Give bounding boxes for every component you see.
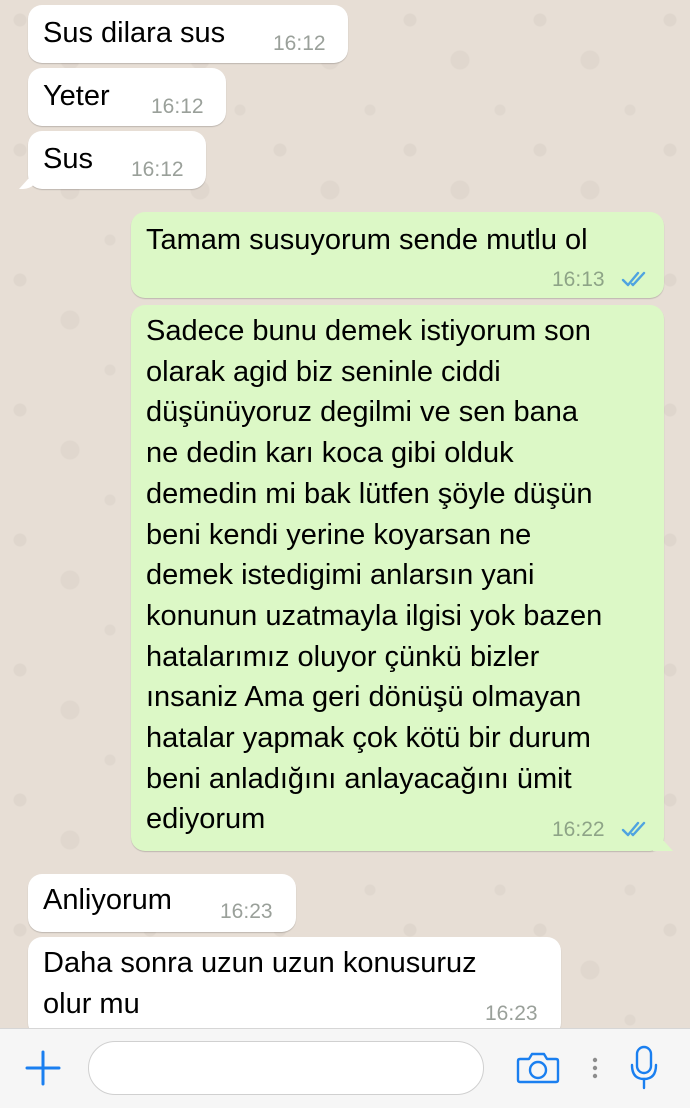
message-bubble[interactable]: Anliyorum 16:23 — [28, 874, 296, 932]
message-time: 16:13 — [552, 268, 605, 291]
message-text: Daha sonra uzun uzun konusuruz olur mu — [43, 943, 477, 1024]
message-line: hatalar yapmak çok kötü bir durum — [146, 722, 591, 755]
message-text: Sus dilara sus — [43, 17, 226, 49]
message-text: Yeter — [43, 80, 110, 112]
message-bubble[interactable]: Tamam susuyorum sende mutlu ol 16:13 — [131, 212, 664, 298]
message-line: düşünüyoruz degilmi ve sen bana — [146, 396, 579, 429]
message-time: 16:12 — [131, 158, 184, 181]
message-line: Daha sonra uzun uzun konusuruz — [43, 947, 477, 979]
message-line: beni anladığını anlayacağını ümit — [146, 762, 572, 795]
read-receipt-icon — [621, 821, 646, 837]
message-line: konunun uzatmayla ilgisi yok bazen — [146, 599, 603, 632]
message-line: ınsaniz Ama geri dönüşü olmayan — [146, 681, 582, 714]
message-text: Tamam susuyorum sende mutlu ol — [146, 224, 588, 256]
message-text: Sadece bunu demek istiyorum son olarak a… — [146, 311, 602, 840]
message-line: demedin mi bak lütfen şöyle düşün — [146, 477, 593, 510]
message-line: beni kendi yerine koyarsan ne — [146, 518, 532, 551]
microphone-icon[interactable] — [629, 1045, 659, 1091]
message-time: 16:23 — [220, 900, 273, 923]
camera-icon[interactable] — [515, 1049, 561, 1085]
message-input[interactable] — [88, 1041, 484, 1095]
message-bubble[interactable]: Daha sonra uzun uzun konusuruz olur mu 1… — [28, 937, 561, 1028]
message-line: olarak agid biz seninle ciddi — [146, 355, 501, 388]
message-bubble[interactable]: Sadece bunu demek istiyorum son olarak a… — [131, 305, 664, 851]
read-receipt-icon — [621, 271, 646, 287]
message-bubble[interactable]: Sus 16:12 — [28, 131, 206, 189]
message-composer — [0, 1028, 690, 1108]
message-time: 16:22 — [552, 818, 605, 841]
message-text: Sus — [43, 143, 93, 175]
message-time: 16:12 — [151, 95, 204, 118]
message-bubble[interactable]: Sus dilara sus 16:12 — [28, 5, 348, 63]
message-time: 16:23 — [485, 1002, 538, 1025]
plus-icon[interactable] — [25, 1050, 61, 1086]
message-line: demek istedigimi anlarsın yani — [146, 559, 535, 592]
message-time: 16:12 — [273, 32, 326, 55]
message-line: ne dedin karı koca gibi olduk — [146, 437, 514, 470]
message-line: ediyorum — [146, 803, 266, 836]
message-line: Sadece bunu demek istiyorum son — [146, 315, 591, 347]
message-line: hatalarımız oluyor çünkü bizler — [146, 640, 540, 673]
chat-area[interactable]: Sus dilara sus 16:12 Yeter 16:12 Sus 16:… — [0, 0, 690, 1028]
more-options-icon[interactable] — [592, 1056, 598, 1080]
message-line: olur mu — [43, 987, 140, 1020]
message-text: Anliyorum — [43, 884, 172, 916]
message-bubble[interactable]: Yeter 16:12 — [28, 68, 226, 126]
